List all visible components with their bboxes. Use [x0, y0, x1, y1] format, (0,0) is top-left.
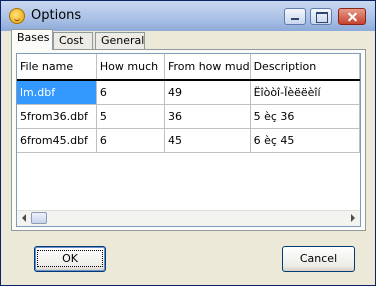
table-cell[interactable]: 36 [164, 104, 251, 129]
table-cell[interactable]: 45 [164, 128, 251, 153]
bases-table: File name How much From how mud Descript… [17, 54, 360, 153]
scroll-left-icon[interactable] [22, 214, 26, 222]
column-header-file-name[interactable]: File name [17, 54, 97, 81]
column-header-from-how-much[interactable]: From how mud [164, 54, 251, 81]
smiley-app-icon [9, 8, 25, 24]
table-cell[interactable]: 6 [96, 128, 165, 153]
options-window: Options Bases Cost General File name How… [0, 0, 376, 286]
table-cell[interactable]: 5from36.dbf [17, 104, 97, 129]
table-cell[interactable]: 5 èç 36 [250, 104, 360, 129]
maximize-button[interactable] [310, 8, 332, 25]
close-button[interactable] [338, 8, 366, 25]
table-cell[interactable]: 5 [96, 104, 165, 129]
minimize-button[interactable] [284, 8, 306, 25]
bases-panel: File name How much From how mud Descript… [11, 49, 366, 231]
table-cell[interactable]: 6from45.dbf [17, 128, 97, 153]
scroll-right-icon[interactable] [351, 214, 355, 222]
ok-button-label: OK [37, 250, 103, 267]
table-cell[interactable]: Ëîòòî-Ïèëëèîí [250, 80, 360, 105]
table-cell[interactable]: 6 [96, 80, 165, 105]
column-header-description[interactable]: Description [250, 54, 360, 81]
table-row[interactable]: 6from45.dbf 6 45 6 èç 45 [17, 128, 360, 153]
tab-cost[interactable]: Cost [53, 32, 93, 49]
ok-button[interactable]: OK [34, 246, 106, 272]
table-cell[interactable]: 49 [164, 80, 251, 105]
window-title: Options [31, 8, 82, 23]
table-cell[interactable]: lm.dbf [17, 80, 97, 105]
scroll-thumb[interactable] [31, 212, 47, 224]
horizontal-scrollbar[interactable] [17, 210, 360, 226]
column-header-how-much[interactable]: How much [96, 54, 165, 81]
bases-grid[interactable]: File name How much From how mud Descript… [16, 53, 361, 227]
table-cell[interactable]: 6 èç 45 [250, 128, 360, 153]
table-row[interactable]: lm.dbf 6 49 Ëîòòî-Ïèëëèîí [17, 80, 360, 105]
tab-general[interactable]: General [95, 32, 145, 49]
table-header-row: File name How much From how mud Descript… [17, 54, 360, 81]
tab-bases[interactable]: Bases [11, 29, 53, 50]
cancel-button[interactable]: Cancel [282, 246, 355, 272]
title-bar[interactable]: Options [1, 1, 375, 31]
table-row[interactable]: 5from36.dbf 5 36 5 èç 36 [17, 104, 360, 129]
